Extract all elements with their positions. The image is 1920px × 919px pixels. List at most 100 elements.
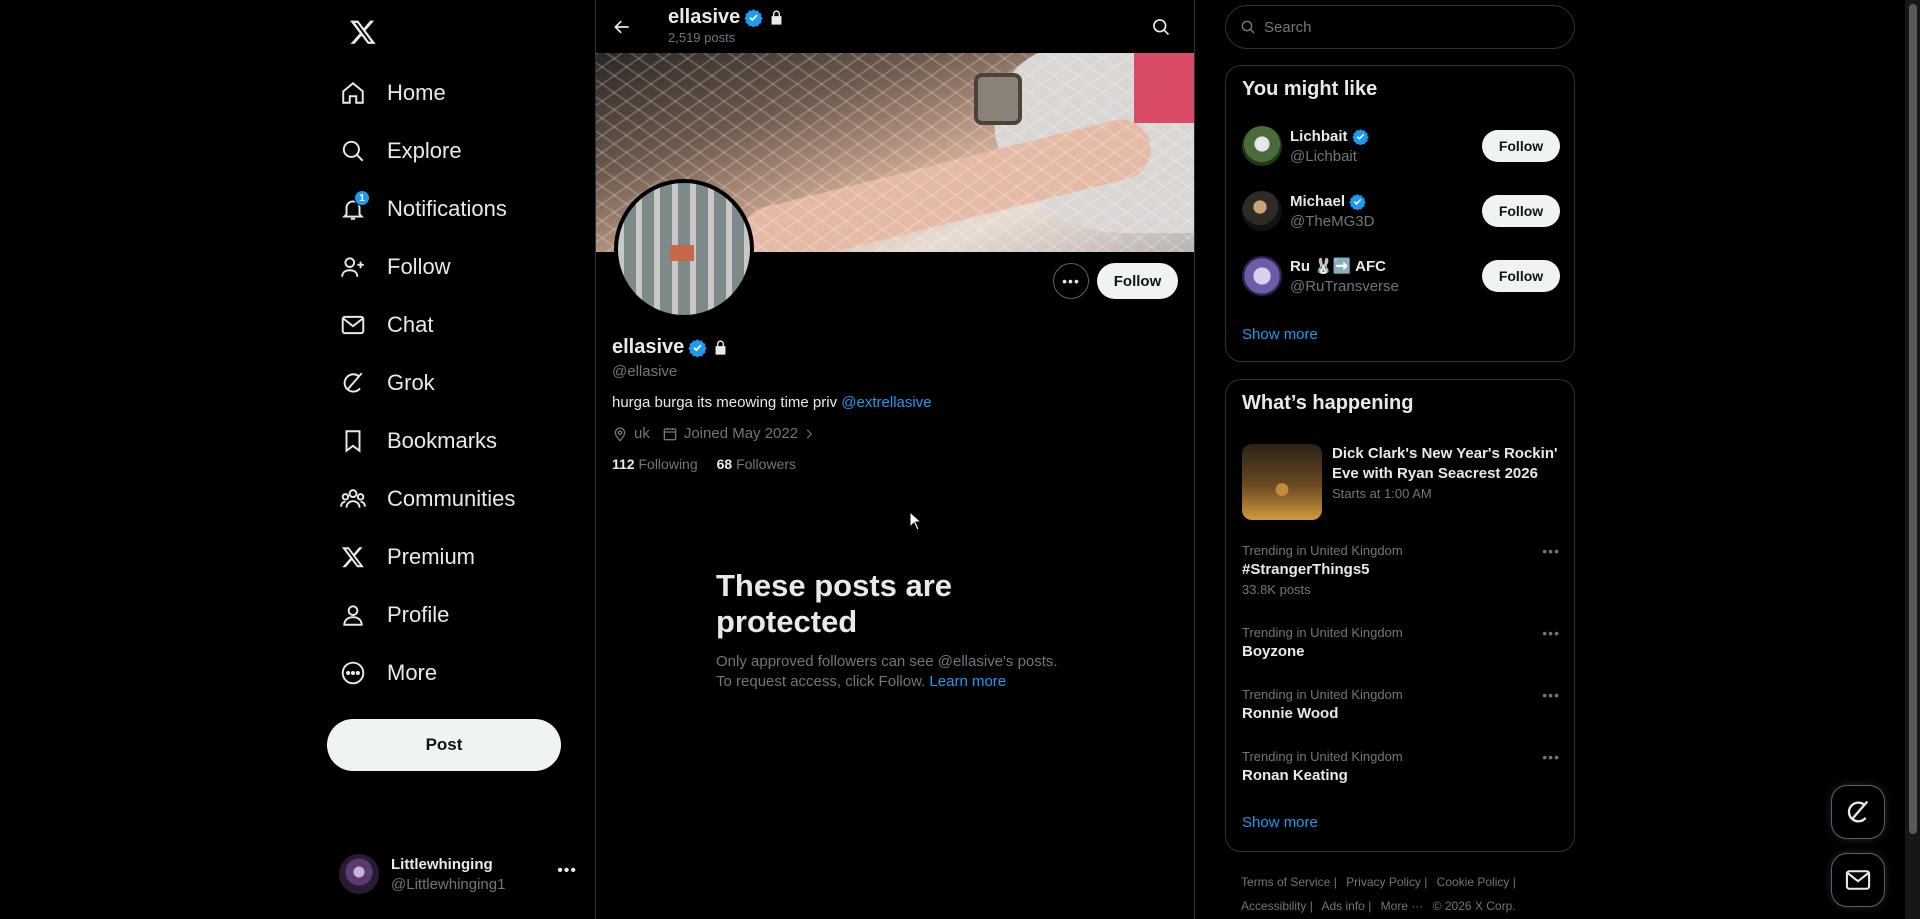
follow-button[interactable]: Follow xyxy=(1482,195,1560,227)
whats-happening-panel: What’s happening Dick Clark's New Year's… xyxy=(1225,379,1575,852)
grok-icon xyxy=(1847,800,1869,823)
nav-bookmarks[interactable]: Bookmarks xyxy=(327,412,595,470)
more-options-button[interactable]: ••• xyxy=(1053,263,1089,299)
suggestion-item[interactable]: Lichbait @Lichbait Follow xyxy=(1242,122,1560,170)
lock-icon xyxy=(768,9,785,26)
news-thumbnail xyxy=(1242,444,1322,520)
suggestion-handle: @RuTransverse xyxy=(1290,278,1399,295)
nav-label: Bookmarks xyxy=(387,428,498,453)
x-logo-icon[interactable] xyxy=(337,6,389,58)
nav-chat[interactable]: Chat xyxy=(327,296,595,354)
more-dots-icon[interactable]: ••• xyxy=(1542,749,1560,765)
copyright: © 2026 X Corp. xyxy=(1432,899,1516,913)
show-more-link[interactable]: Show more xyxy=(1242,326,1318,343)
nav-more[interactable]: More xyxy=(327,644,595,702)
suggestion-item[interactable]: Michael @TheMG3D Follow xyxy=(1242,187,1560,235)
trend-item[interactable]: Trending in United Kingdom Ronan Keating… xyxy=(1242,749,1560,784)
trend-context: Trending in United Kingdom xyxy=(1242,687,1403,702)
news-item[interactable]: Dick Clark's New Year's Rockin' Eve with… xyxy=(1242,444,1560,524)
suggestion-item[interactable]: Ru 🐰➡️ AFC @RuTransverse Follow xyxy=(1242,252,1560,300)
mouse-cursor-icon xyxy=(909,511,923,531)
nav-premium[interactable]: Premium xyxy=(327,528,595,586)
post-button[interactable]: Post xyxy=(327,719,561,771)
follow-button[interactable]: Follow xyxy=(1097,263,1178,299)
followers-link[interactable]: 68 Followers xyxy=(717,456,796,472)
grok-floating-button[interactable] xyxy=(1831,785,1885,839)
banner-detail xyxy=(1134,53,1194,123)
avatar xyxy=(339,854,379,894)
bookmark-icon xyxy=(339,427,367,455)
protected-title: These posts are protected xyxy=(716,568,953,639)
nav-follow[interactable]: Follow xyxy=(327,238,595,296)
account-name: Littlewhinging xyxy=(391,855,493,873)
protected-line-1: Only approved followers can see @ellasiv… xyxy=(716,653,1058,670)
search-input[interactable] xyxy=(1264,18,1554,36)
profile-name-row: ellasive xyxy=(612,336,1178,359)
trend-context: Trending in United Kingdom xyxy=(1242,749,1403,764)
nav-home[interactable]: Home xyxy=(327,64,595,122)
more-dots-icon[interactable]: ••• xyxy=(1542,625,1560,641)
footer-link[interactable]: Accessibility xyxy=(1241,899,1306,913)
nav-label: Grok xyxy=(387,370,435,395)
trend-context: Trending in United Kingdom xyxy=(1242,543,1403,558)
x-logo-icon xyxy=(339,543,367,571)
follow-button[interactable]: Follow xyxy=(1482,260,1560,292)
nav-label: Profile xyxy=(387,602,450,627)
nav-communities[interactable]: Communities xyxy=(327,470,595,528)
nav-label: Chat xyxy=(387,312,434,337)
account-text: Littlewhinging @Littlewhinging1 xyxy=(391,856,505,893)
more-dots-icon: ••• xyxy=(557,862,577,879)
scrollbar-thumb[interactable] xyxy=(1909,4,1917,834)
footer-links: Terms of Service | Privacy Policy | Cook… xyxy=(1241,870,1581,918)
header-titles: ellasive 2,519 posts xyxy=(668,6,785,45)
nav-grok[interactable]: Grok xyxy=(327,354,595,412)
profile-avatar[interactable] xyxy=(614,179,754,319)
joined-date[interactable]: Joined May 2022 xyxy=(662,425,822,442)
show-more-link[interactable]: Show more xyxy=(1242,814,1318,831)
chat-floating-button[interactable] xyxy=(1831,853,1885,907)
footer-link[interactable]: More ··· xyxy=(1381,899,1424,913)
separator: | xyxy=(1424,875,1428,889)
footer-link[interactable]: Ads info xyxy=(1322,899,1365,913)
followers-count: 68 xyxy=(716,456,733,472)
search-icon xyxy=(339,137,367,165)
calendar-icon xyxy=(663,427,677,440)
profile-main: ellasive 2,519 posts ••• Follow ellasive xyxy=(595,0,1195,919)
home-icon xyxy=(339,79,367,107)
follow-button[interactable]: Follow xyxy=(1482,130,1560,162)
nav-explore[interactable]: Explore xyxy=(327,122,595,180)
more-dots-icon[interactable]: ••• xyxy=(1542,543,1560,559)
trend-item[interactable]: Trending in United Kingdom #StrangerThin… xyxy=(1242,543,1560,597)
trend-item[interactable]: Trending in United Kingdom Boyzone ••• xyxy=(1242,625,1560,660)
nav-profile[interactable]: Profile xyxy=(327,586,595,644)
nav-notifications[interactable]: 1 Notifications xyxy=(327,180,595,238)
nav-label: More xyxy=(387,660,438,685)
verified-badge-icon[interactable] xyxy=(688,338,707,357)
suggestion-handle: @TheMG3D xyxy=(1290,212,1375,230)
following-link[interactable]: 112 Following xyxy=(612,456,698,472)
search-bar[interactable] xyxy=(1225,5,1575,49)
separator: | xyxy=(1512,875,1516,889)
learn-more-link[interactable]: Learn more xyxy=(929,673,1006,690)
suggestion-handle: @Lichbait xyxy=(1290,147,1357,165)
profile-search-button[interactable] xyxy=(1144,10,1178,44)
footer-link[interactable]: Terms of Service xyxy=(1241,875,1330,889)
trend-name: Boyzone xyxy=(1242,643,1305,660)
trend-post-count: 33.8K posts xyxy=(1242,582,1311,597)
header-post-count: 2,519 posts xyxy=(668,30,736,45)
more-dots-icon[interactable]: ••• xyxy=(1542,687,1560,703)
profile-info: ellasive @ellasive hurga burga its meowi… xyxy=(612,336,1178,472)
footer-link[interactable]: Cookie Policy xyxy=(1437,875,1510,889)
arrow-left-icon xyxy=(614,20,629,34)
separator: | xyxy=(1309,899,1313,913)
footer-link[interactable]: Privacy Policy xyxy=(1346,875,1421,889)
account-switcher[interactable]: Littlewhinging @Littlewhinging1 ••• xyxy=(327,848,587,900)
verified-badge-icon xyxy=(744,8,763,27)
back-button[interactable] xyxy=(604,9,640,45)
suggestion-name: Michael xyxy=(1290,192,1346,210)
person-icon xyxy=(339,601,367,629)
trend-item[interactable]: Trending in United Kingdom Ronnie Wood •… xyxy=(1242,687,1560,722)
avatar xyxy=(1242,191,1282,231)
trend-name: Ronan Keating xyxy=(1242,767,1348,784)
bio-mention-link[interactable]: @extrellasive xyxy=(841,394,931,411)
